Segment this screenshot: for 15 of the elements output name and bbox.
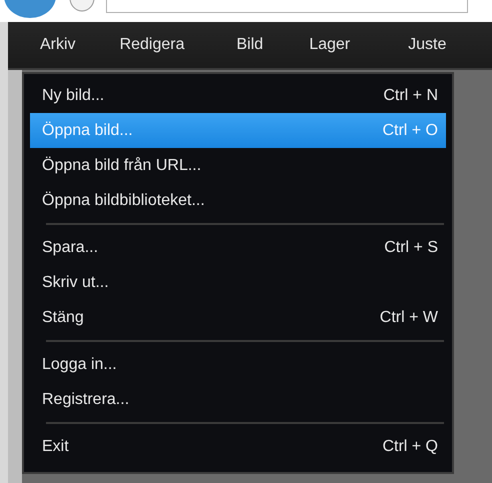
menu-bar-item[interactable]: Arkiv [8, 36, 92, 54]
menu-item[interactable]: Öppna bildbiblioteket... [30, 183, 446, 218]
menu-item[interactable]: Exit Ctrl + Q [30, 429, 446, 464]
menu-bar-item[interactable]: Juste [392, 36, 462, 54]
menu-item[interactable]: Spara... Ctrl + S [30, 230, 446, 265]
menu-item[interactable]: Logga in... [30, 347, 446, 382]
menu-bar-item[interactable]: Lager [293, 36, 366, 54]
text-field[interactable] [106, 0, 468, 13]
menu-item[interactable]: Registrera... [30, 382, 446, 417]
menu-item[interactable]: Ny bild... Ctrl + N [30, 78, 446, 113]
menu-item[interactable]: Öppna bild från URL... [30, 148, 446, 183]
menu-bar-item[interactable]: Redigera [104, 36, 200, 54]
menu-item[interactable]: Skriv ut... [30, 265, 446, 300]
menu-bar-item[interactable]: Bild [220, 36, 280, 54]
menu-item[interactable]: Stäng Ctrl + W [30, 300, 446, 335]
